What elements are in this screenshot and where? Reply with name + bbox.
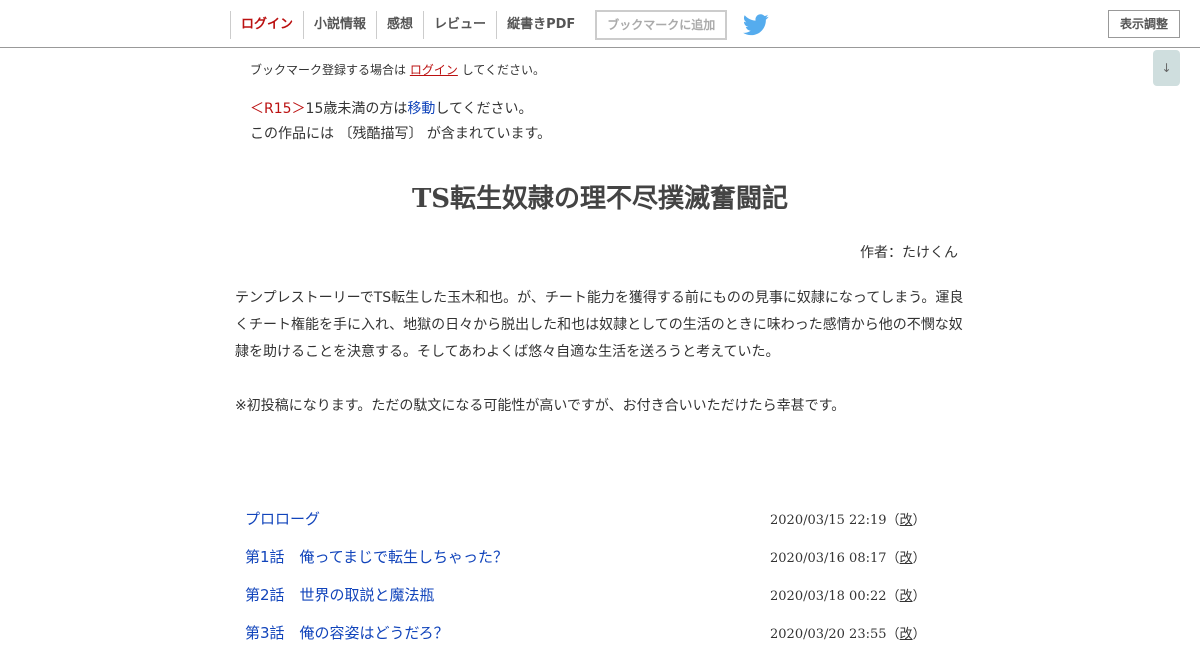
- chapter-date: 2020/03/15 22:19（改）: [770, 513, 926, 528]
- r15-tag: ＜R15＞: [250, 101, 306, 117]
- bookmark-notice-suffix: してください。: [461, 63, 545, 77]
- chapter-link[interactable]: 第2話 世界の取説と魔法瓶: [245, 584, 435, 605]
- synopsis-note: ※初投稿になります。ただの駄文になる可能性が高いですが、お付き合いいただけたら幸…: [235, 398, 846, 414]
- nav-impressions-link[interactable]: 感想: [376, 11, 423, 39]
- age-rating-notice: ＜R15＞15歳未満の方は移動してください。: [250, 98, 533, 118]
- chapter-row: 第1話 俺ってまじで転生しちゃった？ 2020/03/16 08:17（改）: [245, 536, 965, 574]
- chapter-row: プロローグ 2020/03/15 22:19（改）: [245, 498, 965, 536]
- chapter-row: 第3話 俺の容姿はどうだろ？ 2020/03/20 23:55（改）: [245, 612, 965, 650]
- nav-vertical-pdf-link[interactable]: 縦書きPDF: [496, 11, 585, 39]
- revised-link[interactable]: 改: [900, 551, 913, 566]
- nav-novel-info-link[interactable]: 小説情報: [303, 11, 376, 39]
- chapter-row: 第2話 世界の取説と魔法瓶 2020/03/18 00:22（改）: [245, 574, 965, 612]
- chapter-date: 2020/03/20 23:55（改）: [770, 627, 926, 642]
- revised-link[interactable]: 改: [900, 513, 913, 528]
- add-bookmark-button[interactable]: ブックマークに追加: [595, 10, 728, 40]
- nav-review-link[interactable]: レビュー: [423, 11, 496, 39]
- author-name: 作者：たけくん: [860, 245, 958, 261]
- chapter-link[interactable]: 第3話 俺の容姿はどうだろ？: [245, 622, 449, 643]
- top-navigation-bar: ログイン 小説情報 感想 レビュー 縦書きPDF ブックマークに追加 表示調整: [0, 0, 1200, 48]
- notice-login-link[interactable]: ログイン: [410, 63, 458, 77]
- revised-link[interactable]: 改: [900, 627, 913, 642]
- move-link[interactable]: 移動: [407, 101, 435, 117]
- display-settings-button[interactable]: 表示調整: [1108, 10, 1180, 38]
- chapter-list: プロローグ 2020/03/15 22:19（改） 第1話 俺ってまじで転生しち…: [245, 498, 965, 650]
- twitter-icon[interactable]: [743, 14, 769, 36]
- bookmark-notice-text: ブックマーク登録する場合は: [250, 63, 407, 77]
- rating-text: 15歳未満の方は: [305, 101, 408, 117]
- nav-menu: ログイン 小説情報 感想 レビュー 縦書きPDF ブックマークに追加: [230, 10, 769, 40]
- chapter-date: 2020/03/18 00:22（改）: [770, 589, 926, 604]
- content-warning: この作品には 〔残酷描写〕 が含まれています。: [250, 126, 552, 142]
- novel-title: TS転生奴隷の理不尽撲滅奮闘記: [411, 184, 789, 214]
- synopsis-paragraph: テンプレストーリーでTS転生した玉木和也。が、チート能力を獲得する前にものの見事…: [235, 290, 964, 360]
- bookmark-login-notice: ブックマーク登録する場合は ログイン してください。: [250, 61, 545, 78]
- rating-suffix: してください。: [435, 101, 533, 117]
- nav-login-link[interactable]: ログイン: [230, 11, 303, 39]
- novel-synopsis: テンプレストーリーでTS転生した玉木和也。が、チート能力を獲得する前にものの見事…: [235, 285, 965, 420]
- chapter-link[interactable]: プロローグ: [245, 508, 320, 529]
- chapter-link[interactable]: 第1話 俺ってまじで転生しちゃった？: [245, 546, 508, 567]
- chapter-date: 2020/03/16 08:17（改）: [770, 551, 926, 566]
- scroll-down-button[interactable]: ↓: [1153, 50, 1180, 86]
- revised-link[interactable]: 改: [900, 589, 913, 604]
